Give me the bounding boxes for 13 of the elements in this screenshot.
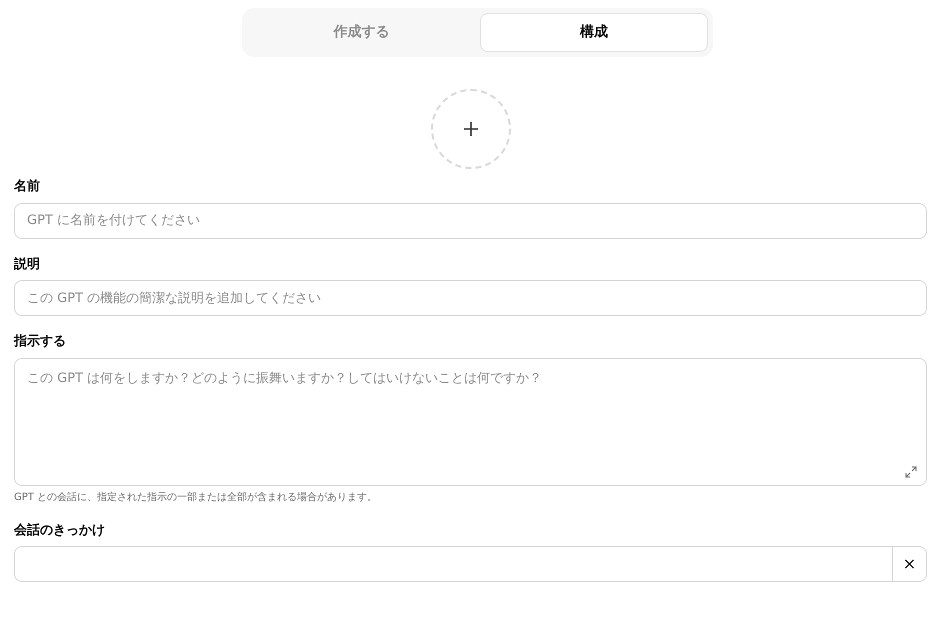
expand-icon[interactable]	[905, 466, 917, 478]
plus-icon	[463, 121, 479, 137]
field-label: 指示する	[14, 333, 67, 351]
field-label: 会話のきっかけ	[14, 522, 106, 540]
tab[interactable]: 構成	[480, 13, 708, 52]
starter-field[interactable]	[14, 546, 892, 582]
instructions-field[interactable]: この GPT は何をしますか？どのように振舞いますか？してはいけないことは何ですか？	[14, 358, 927, 486]
remove-button[interactable]: ×	[892, 546, 927, 582]
hint-text: GPT との会話に、指定された指示の一部または全部が含まれる場合があります。	[14, 490, 378, 504]
text-field[interactable]: この GPT の機能の簡潔な説明を追加してください	[14, 280, 927, 316]
field-label: 名前	[14, 178, 41, 196]
text-field[interactable]: GPT に名前を付けてください	[14, 202, 927, 238]
field-label: 説明	[14, 256, 41, 274]
